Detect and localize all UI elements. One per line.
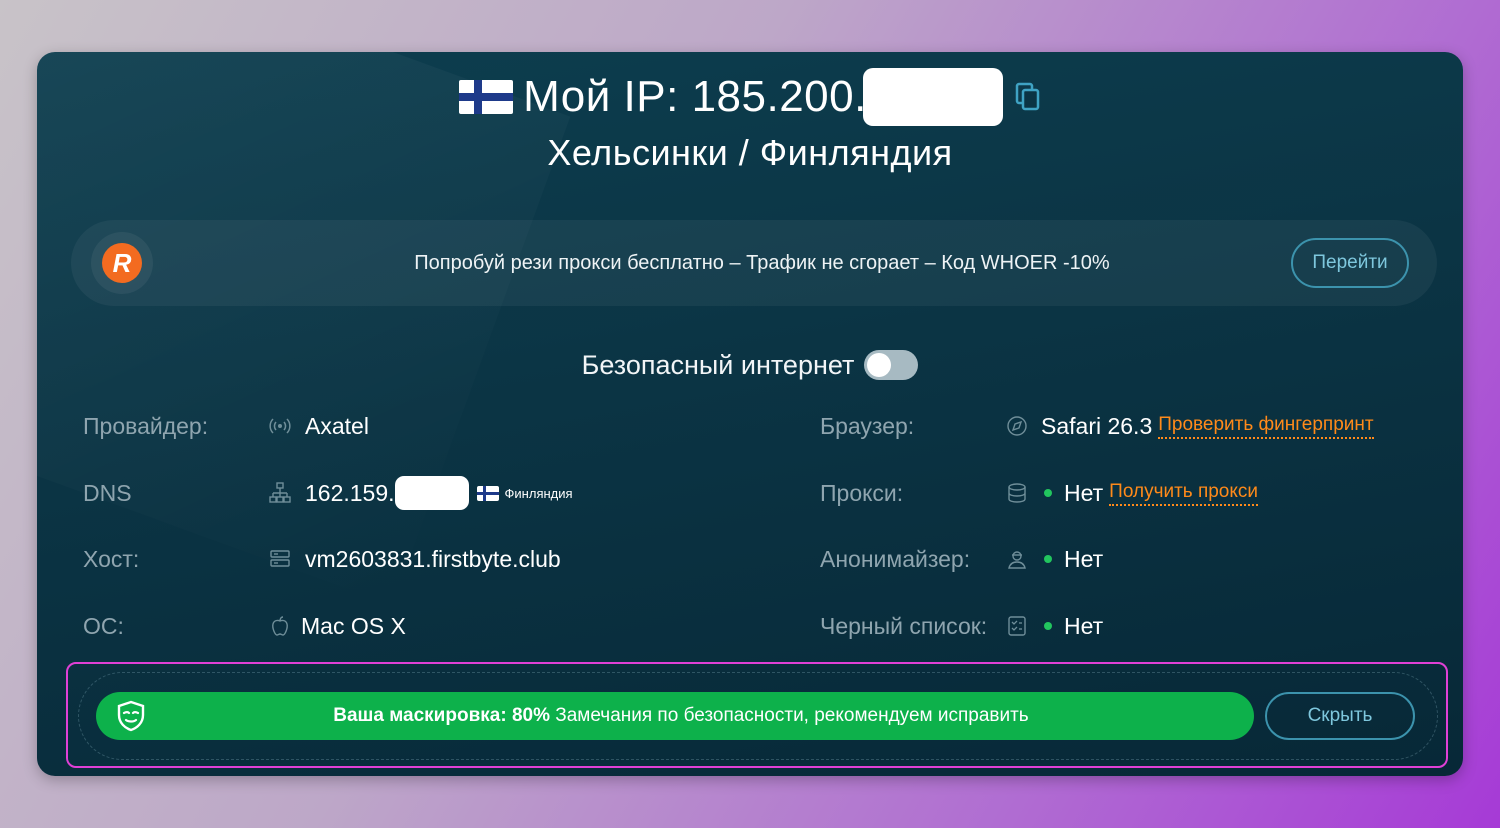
dns-country: Финляндия — [504, 485, 573, 501]
copy-icon[interactable] — [1015, 82, 1041, 112]
proxy-status: Нет — [1064, 479, 1104, 506]
host-row: Хост: vm2603831.firstbyte.club — [83, 541, 723, 577]
blacklist-value: Нет — [1044, 613, 1103, 640]
promo-logo: R — [91, 232, 153, 294]
promo-text: Попробуй рези прокси бесплатно – Трафик … — [414, 251, 1110, 274]
dns-redaction — [394, 476, 469, 510]
proxy-label: Прокси: — [820, 479, 904, 506]
highlight-frame — [66, 662, 1448, 768]
os-row: ОС: Mac OS X — [83, 608, 723, 644]
host-label: Хост: — [83, 545, 140, 572]
promo-go-button[interactable]: Перейти — [1291, 238, 1409, 288]
anonymizer-row: Анонимайзер: Нет — [820, 541, 1440, 577]
dns-label: DNS — [83, 479, 132, 506]
user-icon — [1006, 548, 1028, 570]
dns-ip: 162.159. — [305, 479, 395, 506]
os-value: Mac OS X — [301, 612, 406, 639]
ip-redaction — [862, 68, 1003, 126]
browser-name: Safari 26.3 — [1041, 412, 1153, 439]
proxy-status-dot — [1044, 489, 1052, 497]
signal-icon — [269, 415, 291, 437]
blacklist-status: Нет — [1064, 612, 1104, 639]
proxy-row: Прокси: Нет Получить прокси — [820, 475, 1440, 511]
provider-label: Провайдер: — [83, 412, 209, 439]
safe-internet-label: Безопасный интернет — [581, 349, 855, 380]
os-label: ОС: — [83, 612, 124, 639]
server-icon — [269, 548, 291, 570]
browser-row: Браузер: Safari 26.3 Проверить фингерпри… — [820, 408, 1440, 444]
check-fingerprint-link[interactable]: Проверить фингерпринт — [1158, 414, 1374, 439]
anonymizer-status: Нет — [1064, 545, 1104, 572]
blacklist-status-dot — [1044, 622, 1052, 630]
apple-icon — [269, 615, 291, 637]
toggle-knob — [867, 353, 892, 377]
resi-logo-icon: R — [102, 243, 142, 283]
proxy-value: Нет Получить прокси — [1044, 479, 1259, 507]
database-icon — [1006, 482, 1028, 504]
blacklist-row: Черный список: Нет — [820, 608, 1440, 644]
anonymizer-status-dot — [1044, 555, 1052, 563]
promo-banner: R Попробуй рези прокси бесплатно – Трафи… — [71, 220, 1437, 306]
dns-row: DNS 162.159. Финляндия — [83, 475, 723, 511]
browser-label: Браузер: — [820, 412, 915, 439]
host-value: vm2603831.firstbyte.club — [305, 545, 561, 572]
safe-internet-toggle[interactable] — [864, 350, 919, 380]
safe-internet-row: Безопасный интернет — [37, 344, 1463, 386]
provider-value: Axatel — [305, 412, 369, 439]
finland-flag-small-icon — [476, 485, 499, 501]
finland-flag-icon — [459, 80, 514, 114]
anonymizer-label: Анонимайзер: — [820, 545, 971, 572]
location-text: Хельсинки / Финляндия — [547, 132, 953, 173]
network-icon — [269, 482, 291, 504]
browser-value: Safari 26.3 Проверить фингерпринт — [1041, 413, 1374, 440]
anonymizer-value: Нет — [1044, 546, 1103, 573]
dns-value: 162.159. Финляндия — [305, 476, 573, 510]
ip-label: Мой IP: — [523, 72, 679, 121]
blacklist-label: Черный список: — [820, 612, 988, 639]
ip-header: Мой IP: 185.200. — [37, 68, 1463, 126]
ip-address: Мой IP: 185.200. — [523, 68, 1003, 126]
provider-row: Провайдер: Axatel — [83, 408, 723, 444]
get-proxy-link[interactable]: Получить прокси — [1109, 481, 1259, 506]
ip-value: 185.200. — [691, 72, 867, 121]
compass-icon — [1006, 415, 1028, 437]
list-icon — [1006, 615, 1028, 637]
